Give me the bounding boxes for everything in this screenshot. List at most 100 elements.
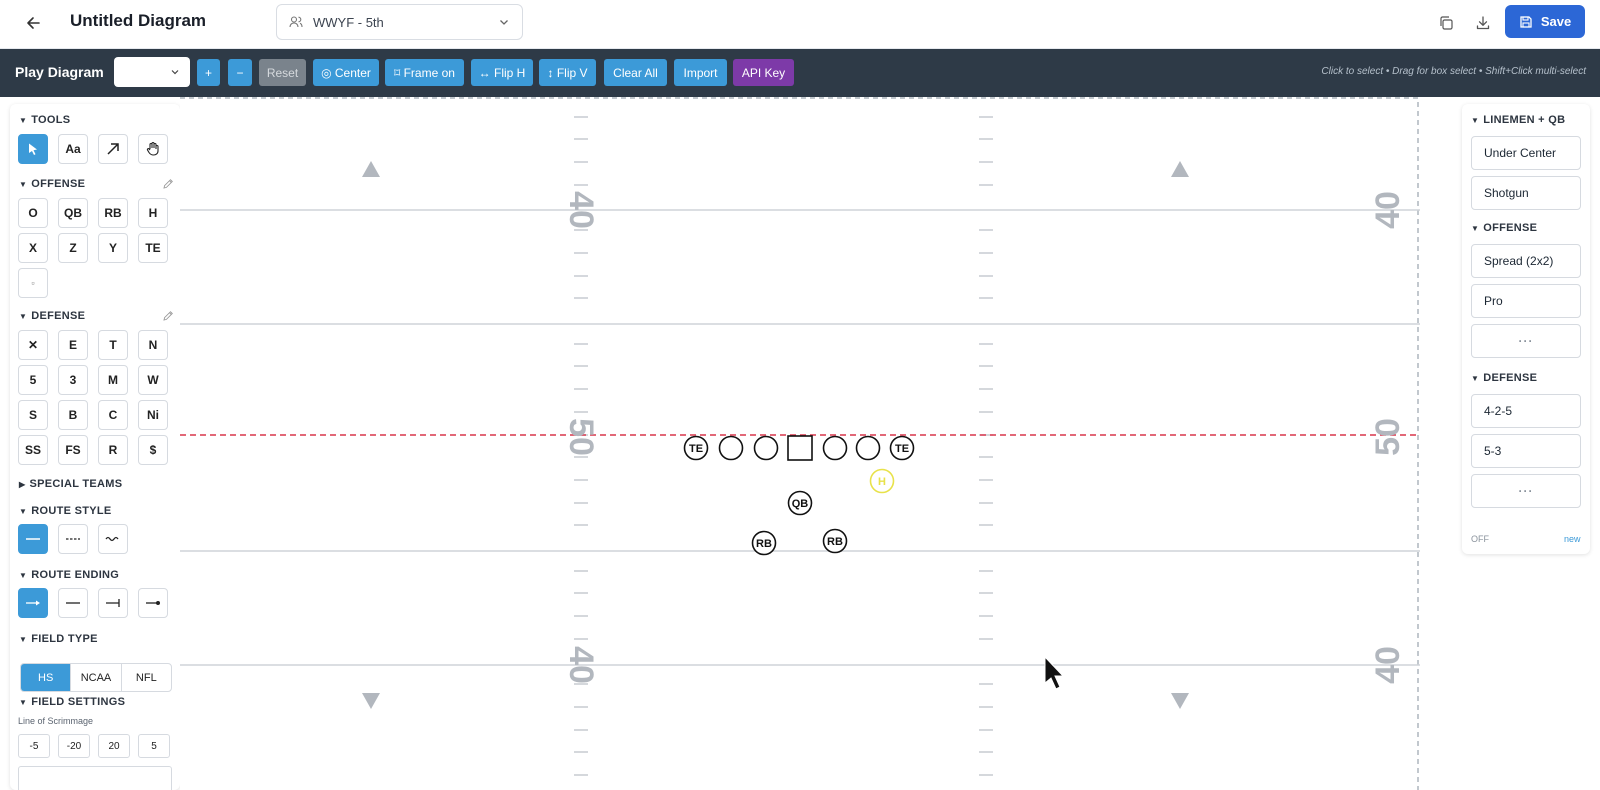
text-tool-button[interactable]: Aa bbox=[58, 134, 88, 164]
route-style-wavy-button[interactable] bbox=[98, 524, 128, 554]
offense-piece-qb[interactable]: QB bbox=[58, 198, 88, 228]
field-settings-section-header[interactable]: ▼ FIELD SETTINGS bbox=[19, 696, 125, 708]
offense-piece-y[interactable]: Y bbox=[98, 233, 128, 263]
route-style-dashed-button[interactable] bbox=[58, 524, 88, 554]
zoom-in-button[interactable]: + bbox=[197, 59, 220, 86]
pan-tool-button[interactable] bbox=[138, 134, 168, 164]
player-lineman-1[interactable] bbox=[718, 435, 744, 461]
defense-piece-s[interactable]: S bbox=[18, 400, 48, 430]
defense-section-header[interactable]: ▼ DEFENSE bbox=[19, 310, 85, 322]
defense-piece-t[interactable]: T bbox=[98, 330, 128, 360]
offense-piece-h[interactable]: H bbox=[138, 198, 168, 228]
defense-piece-r[interactable]: R bbox=[98, 435, 128, 465]
route-ending-title: ROUTE ENDING bbox=[31, 569, 120, 581]
offense-formations-title: OFFENSE bbox=[1483, 222, 1538, 234]
formation-shotgun[interactable]: Shotgun bbox=[1471, 176, 1581, 210]
defense-formations-section-header[interactable]: ▼ DEFENSE bbox=[1471, 372, 1537, 384]
defense-formations-more-button[interactable]: ··· bbox=[1471, 474, 1581, 508]
formation-5-3[interactable]: 5-3 bbox=[1471, 434, 1581, 468]
defense-piece-x[interactable]: ✕ bbox=[18, 330, 48, 360]
offense-piece-te[interactable]: TE bbox=[138, 233, 168, 263]
formation-4-2-5[interactable]: 4-2-5 bbox=[1471, 394, 1581, 428]
offense-section-header[interactable]: ▼ OFFENSE bbox=[19, 178, 85, 190]
field-settings-input[interactable] bbox=[18, 766, 172, 790]
offense-piece-x[interactable]: X bbox=[18, 233, 48, 263]
special-teams-section-header[interactable]: ▶ SPECIAL TEAMS bbox=[19, 478, 122, 490]
formation-spread-2x2[interactable]: Spread (2x2) bbox=[1471, 244, 1581, 278]
route-style-solid-button[interactable] bbox=[18, 524, 48, 554]
offense-piece-o[interactable]: O bbox=[18, 198, 48, 228]
team-select[interactable]: WWYF - 5th bbox=[276, 4, 523, 40]
new-formation-link[interactable]: new bbox=[1564, 534, 1581, 544]
field-type-hs[interactable]: HS bbox=[21, 664, 71, 691]
route-ending-none-button[interactable] bbox=[58, 588, 88, 618]
defense-piece-dollar[interactable]: $ bbox=[138, 435, 168, 465]
los-plus-5-button[interactable]: 5 bbox=[138, 734, 170, 758]
select-tool-button[interactable] bbox=[18, 134, 48, 164]
player-rb-left[interactable]: RB bbox=[751, 530, 777, 556]
offense-formations-section-header[interactable]: ▼ OFFENSE bbox=[1471, 222, 1537, 234]
download-icon[interactable] bbox=[1472, 12, 1494, 34]
svg-text:RB: RB bbox=[827, 536, 843, 548]
player-rb-right[interactable]: RB bbox=[822, 528, 848, 554]
reset-button[interactable]: Reset bbox=[259, 59, 306, 86]
offense-piece-rb[interactable]: RB bbox=[98, 198, 128, 228]
import-button[interactable]: Import bbox=[674, 59, 727, 86]
defense-piece-5[interactable]: 5 bbox=[18, 365, 48, 395]
offense-formations-more-button[interactable]: ··· bbox=[1471, 324, 1581, 358]
defense-piece-n[interactable]: N bbox=[138, 330, 168, 360]
player-qb[interactable]: QB bbox=[787, 490, 813, 516]
edit-defense-pencil-icon[interactable] bbox=[162, 310, 174, 322]
player-lineman-4[interactable] bbox=[855, 435, 881, 461]
linemen-qb-section-header[interactable]: ▼ LINEMEN + QB bbox=[1471, 114, 1565, 126]
defense-piece-e[interactable]: E bbox=[58, 330, 88, 360]
play-select[interactable] bbox=[114, 57, 190, 87]
back-arrow-icon[interactable] bbox=[20, 10, 46, 36]
football-field-canvas[interactable]: 40 50 40 40 50 40 TE TE H QB RB RB bbox=[180, 97, 1420, 790]
zoom-out-button[interactable]: − bbox=[228, 59, 252, 86]
route-ending-arrow-button[interactable] bbox=[18, 588, 48, 618]
copy-icon[interactable] bbox=[1435, 12, 1457, 34]
defense-piece-3[interactable]: 3 bbox=[58, 365, 88, 395]
player-lineman-3[interactable] bbox=[822, 435, 848, 461]
arrow-tool-button[interactable] bbox=[98, 134, 128, 164]
los-minus-20-button[interactable]: -20 bbox=[58, 734, 90, 758]
formation-pro[interactable]: Pro bbox=[1471, 284, 1581, 318]
defense-piece-b[interactable]: B bbox=[58, 400, 88, 430]
flip-h-button[interactable]: ↔ Flip H bbox=[471, 59, 533, 86]
edit-offense-pencil-icon[interactable] bbox=[162, 178, 174, 190]
defense-piece-c[interactable]: C bbox=[98, 400, 128, 430]
player-h[interactable]: H bbox=[869, 468, 895, 494]
center-button[interactable]: ◎ Center bbox=[313, 59, 379, 86]
flip-v-button[interactable]: ↕ Flip V bbox=[539, 59, 596, 86]
player-te-left[interactable]: TE bbox=[683, 435, 709, 461]
hash-marks bbox=[574, 116, 993, 776]
defense-piece-fs[interactable]: FS bbox=[58, 435, 88, 465]
los-plus-20-button[interactable]: 20 bbox=[98, 734, 130, 758]
defense-piece-ss[interactable]: SS bbox=[18, 435, 48, 465]
defense-piece-w[interactable]: W bbox=[138, 365, 168, 395]
offense-piece-z[interactable]: Z bbox=[58, 233, 88, 263]
tools-section-header[interactable]: ▼ TOOLS bbox=[19, 114, 70, 126]
field-type-ncaa[interactable]: NCAA bbox=[70, 664, 120, 691]
route-style-section-header[interactable]: ▼ ROUTE STYLE bbox=[19, 505, 112, 517]
player-center[interactable] bbox=[787, 435, 813, 461]
api-key-button[interactable]: API Key bbox=[733, 59, 794, 86]
field-type-nfl[interactable]: NFL bbox=[120, 664, 171, 691]
player-te-right[interactable]: TE bbox=[889, 435, 915, 461]
offense-piece-blank[interactable]: ▫ bbox=[18, 268, 48, 298]
route-ending-section-header[interactable]: ▼ ROUTE ENDING bbox=[19, 569, 119, 581]
field-type-section-header[interactable]: ▼ FIELD TYPE bbox=[19, 633, 98, 645]
frame-on-button[interactable]: ⌑ Frame on bbox=[385, 59, 464, 86]
player-lineman-2[interactable] bbox=[753, 435, 779, 461]
direction-triangle-up-icon bbox=[1171, 161, 1189, 177]
defense-piece-ni[interactable]: Ni bbox=[138, 400, 168, 430]
route-ending-block-button[interactable] bbox=[98, 588, 128, 618]
los-minus-5-button[interactable]: -5 bbox=[18, 734, 50, 758]
defense-piece-m[interactable]: M bbox=[98, 365, 128, 395]
formation-under-center[interactable]: Under Center bbox=[1471, 136, 1581, 170]
clear-all-button[interactable]: Clear All bbox=[604, 59, 667, 86]
save-button[interactable]: Save bbox=[1505, 5, 1585, 38]
route-ending-dot-button[interactable] bbox=[138, 588, 168, 618]
diagram-title[interactable]: Untitled Diagram bbox=[70, 11, 206, 31]
